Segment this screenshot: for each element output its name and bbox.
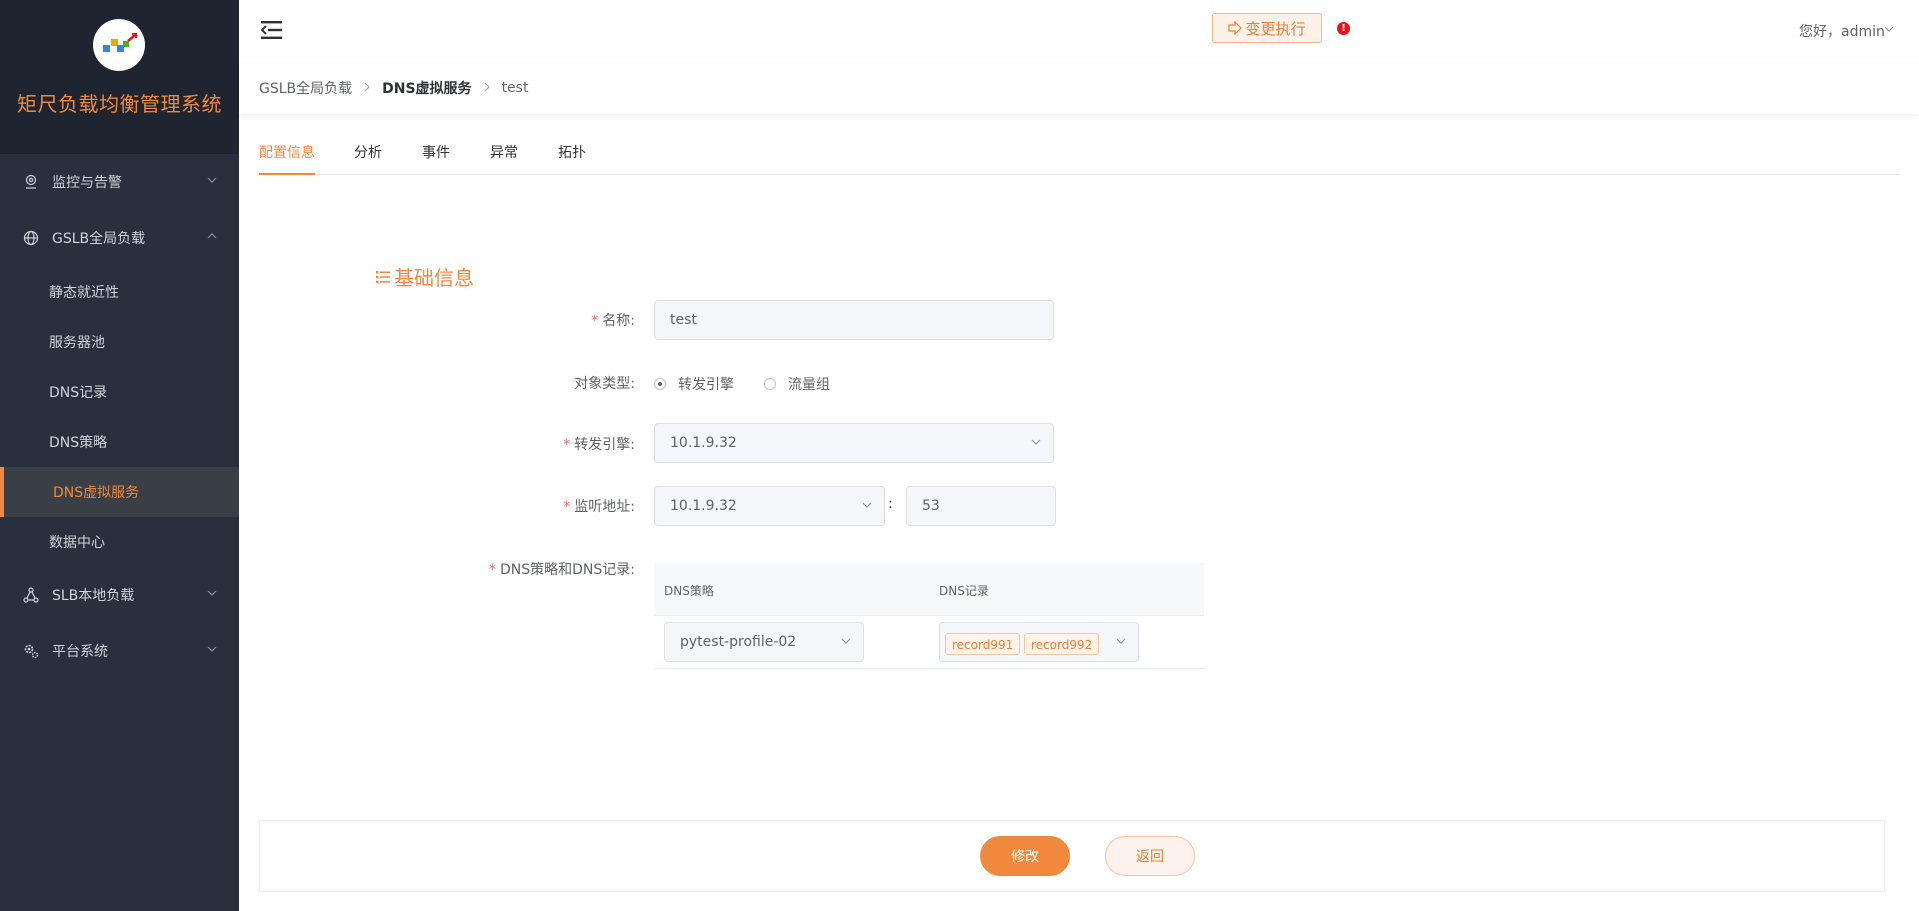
globe-icon bbox=[23, 230, 39, 246]
tab-bar: 配置信息 分析 事件 异常 拓扑 bbox=[259, 142, 1900, 175]
record-tag[interactable]: record991 bbox=[945, 633, 1021, 655]
table-header: DNS策略 DNS记录 bbox=[654, 563, 1204, 616]
dns-policy-select[interactable]: pytest-profile-02 bbox=[664, 622, 864, 662]
listen-address-label: * 监听地址: bbox=[563, 499, 635, 515]
form-footer: 修改 返回 bbox=[259, 820, 1885, 892]
radio-traffic-group[interactable]: 流量组 bbox=[764, 374, 830, 394]
sidebar-group-label: SLB本地负载 bbox=[52, 588, 135, 604]
chevron-up-icon bbox=[207, 233, 217, 239]
listen-ip-value: 10.1.9.32 bbox=[670, 498, 737, 514]
sidebar-item-static-proximity[interactable]: 静态就近性 bbox=[0, 267, 239, 317]
chevron-down-icon bbox=[862, 502, 872, 508]
sidebar-item-label: DNS策略 bbox=[49, 435, 108, 451]
dns-policy-value: pytest-profile-02 bbox=[680, 634, 797, 650]
sidebar-group-slb[interactable]: SLB本地负载 bbox=[0, 567, 239, 623]
table-row: pytest-profile-02 record991 record992 bbox=[654, 616, 1204, 669]
chevron-down-icon bbox=[841, 638, 851, 644]
chevron-down-icon bbox=[207, 177, 217, 183]
radio-label: 转发引擎 bbox=[678, 377, 734, 393]
name-label: * 名称: bbox=[591, 313, 635, 329]
breadcrumb-bar: GSLB全局负载 DNS虚拟服务 test bbox=[239, 58, 1919, 114]
sidebar-item-data-center[interactable]: 数据中心 bbox=[0, 517, 239, 567]
breadcrumb-item-dns-virtual-service[interactable]: DNS虚拟服务 bbox=[382, 78, 471, 98]
chevron-down-icon[interactable] bbox=[1884, 26, 1894, 32]
tab-topology[interactable]: 拓扑 bbox=[558, 142, 586, 173]
brand-area: 矩尺负载均衡管理系统 bbox=[0, 0, 239, 154]
listen-ip-select[interactable]: 10.1.9.32 bbox=[654, 486, 885, 526]
engine-select-value: 10.1.9.32 bbox=[670, 435, 737, 451]
network-nodes-icon bbox=[23, 587, 39, 603]
sidebar-item-label: 数据中心 bbox=[49, 535, 105, 551]
listen-port-value: 53 bbox=[922, 498, 940, 514]
column-header-record: DNS记录 bbox=[939, 584, 989, 598]
sidebar-item-label: 静态就近性 bbox=[49, 285, 119, 301]
user-greeting[interactable]: 您好，admin bbox=[1799, 21, 1885, 41]
exec-button-label: 变更执行 bbox=[1245, 19, 1306, 38]
menu-collapse-icon[interactable] bbox=[261, 20, 283, 40]
dns-policy-record-label: * DNS策略和DNS记录: bbox=[489, 562, 635, 578]
listen-port-input[interactable]: 53 bbox=[906, 486, 1056, 526]
sidebar-group-label: 监控与告警 bbox=[52, 175, 122, 191]
dns-record-multiselect[interactable]: record991 record992 bbox=[939, 622, 1139, 662]
app-logo bbox=[93, 19, 145, 71]
sidebar-group-label: 平台系统 bbox=[52, 644, 108, 660]
chevron-down-icon bbox=[1031, 439, 1041, 445]
chevron-right-icon bbox=[364, 80, 370, 96]
tab-config[interactable]: 配置信息 bbox=[259, 142, 315, 175]
breadcrumb: GSLB全局负载 DNS虚拟服务 test bbox=[259, 78, 528, 98]
sidebar-group-monitoring[interactable]: 监控与告警 bbox=[0, 154, 239, 210]
chevron-down-icon bbox=[1116, 638, 1126, 644]
column-header-policy: DNS策略 bbox=[664, 584, 714, 598]
object-type-label: 对象类型: bbox=[574, 376, 635, 392]
top-header: 变更执行 ! 您好，admin bbox=[239, 0, 1919, 58]
location-pin-icon bbox=[25, 174, 37, 189]
alert-icon[interactable]: ! bbox=[1337, 22, 1350, 35]
sidebar-group-gslb[interactable]: GSLB全局负载 bbox=[0, 210, 239, 266]
port-separator: : bbox=[888, 496, 893, 512]
tab-analysis[interactable]: 分析 bbox=[354, 142, 382, 173]
engine-select[interactable]: 10.1.9.32 bbox=[654, 423, 1054, 463]
sidebar-item-dns-record[interactable]: DNS记录 bbox=[0, 367, 239, 417]
sidebar-item-dns-virtual-service[interactable]: DNS虚拟服务 bbox=[0, 467, 239, 517]
tab-exceptions[interactable]: 异常 bbox=[490, 142, 518, 173]
sidebar-group-label: GSLB全局负载 bbox=[52, 231, 146, 247]
section-title: 基础信息 bbox=[376, 262, 474, 291]
sidebar: 矩尺负载均衡管理系统 监控与告警 GSLB全局负载 静态就近性 服务器池 DNS… bbox=[0, 0, 239, 911]
breadcrumb-item-current: test bbox=[501, 80, 529, 96]
dns-policy-record-table: DNS策略 DNS记录 pytest-profile-02 record991 … bbox=[654, 563, 1204, 669]
tab-events[interactable]: 事件 bbox=[422, 142, 450, 173]
breadcrumb-item-gslb[interactable]: GSLB全局负载 bbox=[259, 78, 352, 98]
chevron-down-icon bbox=[207, 590, 217, 596]
modify-button[interactable]: 修改 bbox=[980, 836, 1070, 876]
radio-unchecked-icon bbox=[764, 378, 776, 390]
radio-label: 流量组 bbox=[788, 377, 830, 393]
sidebar-group-platform[interactable]: 平台系统 bbox=[0, 623, 239, 679]
sidebar-item-server-pool[interactable]: 服务器池 bbox=[0, 317, 239, 367]
sidebar-item-label: DNS记录 bbox=[49, 385, 108, 401]
name-input[interactable]: test bbox=[654, 300, 1054, 340]
record-tag[interactable]: record992 bbox=[1024, 633, 1100, 655]
chevron-right-icon bbox=[484, 80, 490, 96]
section-title-text: 基础信息 bbox=[394, 266, 474, 290]
back-button[interactable]: 返回 bbox=[1105, 836, 1195, 876]
settings-gear-icon bbox=[24, 644, 39, 659]
radio-forward-engine[interactable]: 转发引擎 bbox=[654, 374, 734, 394]
sidebar-item-dns-policy[interactable]: DNS策略 bbox=[0, 417, 239, 467]
app-title: 矩尺负载均衡管理系统 bbox=[17, 92, 222, 116]
name-input-value: test bbox=[670, 312, 697, 328]
sidebar-item-label: 服务器池 bbox=[49, 335, 105, 351]
execute-arrow-icon bbox=[1228, 21, 1243, 35]
chevron-down-icon bbox=[207, 646, 217, 652]
sidebar-item-label: DNS虚拟服务 bbox=[53, 485, 140, 501]
change-execute-button[interactable]: 变更执行 bbox=[1212, 13, 1322, 43]
engine-label: * 转发引擎: bbox=[563, 437, 635, 453]
radio-checked-icon bbox=[654, 378, 666, 390]
list-icon bbox=[376, 270, 390, 283]
